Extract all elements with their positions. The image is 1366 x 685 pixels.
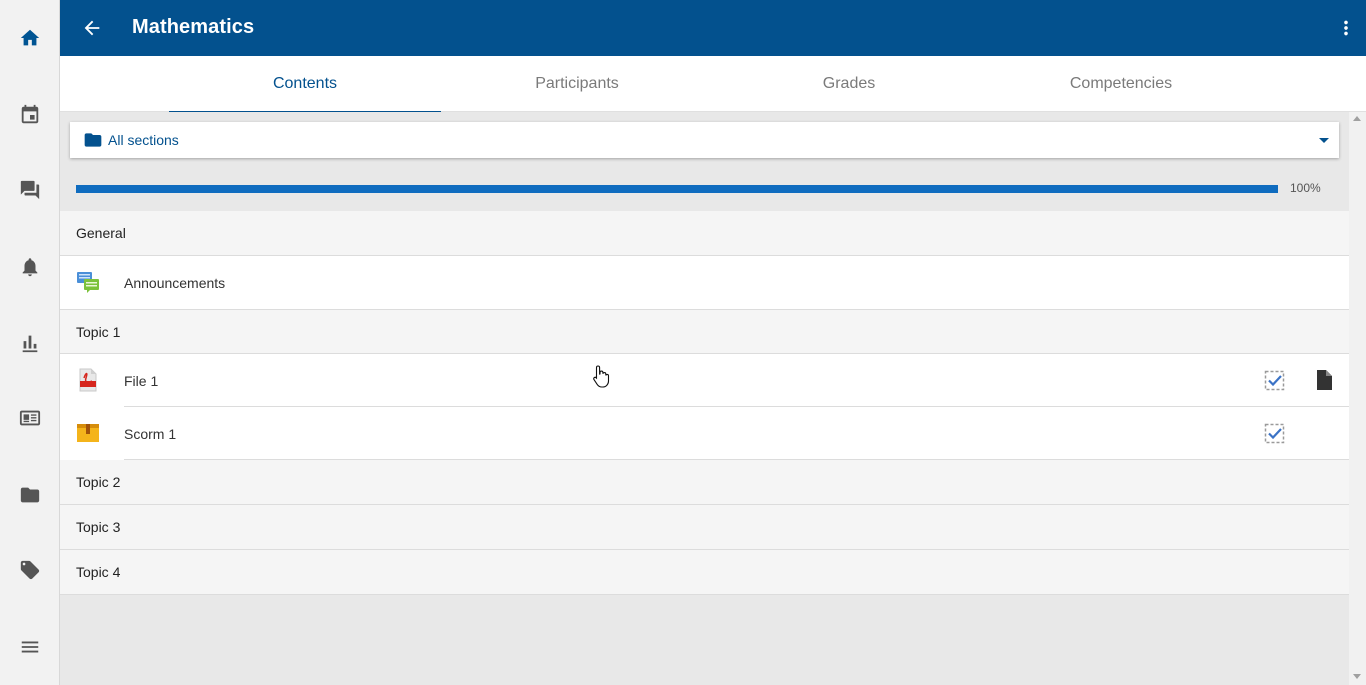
- section-name: Topic 1: [76, 323, 121, 340]
- pdf-file-icon: [76, 368, 100, 392]
- tab-contents[interactable]: Contents: [169, 56, 441, 113]
- more-vertical-icon: [1344, 20, 1348, 36]
- section-list: General Announcements Topic 1 File 1 Sco…: [60, 211, 1349, 595]
- module-name: File 1: [124, 372, 159, 389]
- notifications-icon: [22, 258, 38, 277]
- messages-button[interactable]: [0, 170, 60, 210]
- section-name: Topic 4: [76, 564, 121, 580]
- completion-checkbox-icon[interactable]: [1264, 423, 1285, 444]
- module-announcements[interactable]: Announcements: [60, 256, 1349, 309]
- menu-icon: [21, 641, 39, 653]
- arrow-back-icon: [84, 20, 100, 36]
- download-file-icon[interactable]: [1314, 369, 1334, 391]
- divider: [124, 459, 1349, 460]
- news-icon: [19, 410, 41, 426]
- module-name: Scorm 1: [124, 425, 177, 442]
- back-button[interactable]: [76, 12, 108, 44]
- home-button[interactable]: [0, 18, 60, 58]
- folder-icon: [83, 130, 103, 150]
- section-header-topic-3[interactable]: Topic 3: [60, 505, 1349, 550]
- tab-competencies[interactable]: Competencies: [985, 56, 1257, 112]
- section-name: General: [76, 225, 126, 241]
- more-options-button[interactable]: [1332, 12, 1360, 44]
- tab-participants[interactable]: Participants: [441, 56, 713, 112]
- section-selector[interactable]: All sections: [70, 122, 1339, 158]
- tags-icon: [20, 560, 40, 580]
- tags-button[interactable]: [0, 550, 60, 590]
- files-button[interactable]: [0, 475, 60, 515]
- page-title: Mathematics: [132, 16, 255, 38]
- scroll-up-arrow-icon[interactable]: [1353, 116, 1361, 121]
- calendar-button[interactable]: [0, 95, 60, 135]
- section-header-topic-2[interactable]: Topic 2: [60, 460, 1349, 505]
- course-progress-fill: [76, 185, 1278, 193]
- messages-icon: [20, 180, 40, 200]
- forum-icon: [76, 270, 100, 294]
- section-header-topic-4[interactable]: Topic 4: [60, 550, 1349, 595]
- scorm-package-icon: [76, 421, 100, 445]
- module-scorm-1[interactable]: Scorm 1: [60, 407, 1349, 460]
- home-icon: [20, 29, 40, 46]
- module-file-1[interactable]: File 1: [60, 354, 1349, 407]
- tab-grades[interactable]: Grades: [713, 56, 985, 112]
- section-name: Topic 2: [76, 474, 121, 490]
- section-name: Topic 3: [76, 519, 121, 535]
- scroll-down-arrow-icon[interactable]: [1353, 674, 1361, 679]
- more-menu-button[interactable]: [0, 627, 60, 667]
- course-progress-bar: [76, 185, 1278, 193]
- grades-button[interactable]: [0, 323, 60, 363]
- completion-checkbox-icon[interactable]: [1264, 370, 1285, 391]
- grades-icon: [22, 335, 38, 353]
- news-button[interactable]: [0, 398, 60, 438]
- course-tabs: Contents Participants Grades Competencie…: [60, 56, 1366, 113]
- content-scrollbar[interactable]: [1349, 112, 1366, 685]
- section-header-topic-1[interactable]: Topic 1: [60, 309, 1349, 354]
- course-progress-text: 100%: [1290, 181, 1321, 195]
- caret-down-icon: [1319, 138, 1329, 143]
- files-icon: [20, 487, 40, 503]
- module-name: Announcements: [124, 274, 226, 291]
- course-contents: All sections 100% General Announcements …: [60, 112, 1349, 685]
- notifications-button[interactable]: [0, 247, 60, 287]
- calendar-icon: [21, 104, 39, 124]
- section-header-general[interactable]: General: [60, 211, 1349, 256]
- app-header: Mathematics: [60, 0, 1366, 56]
- section-selector-label: All sections: [108, 132, 179, 148]
- main-menu-rail: [0, 0, 60, 685]
